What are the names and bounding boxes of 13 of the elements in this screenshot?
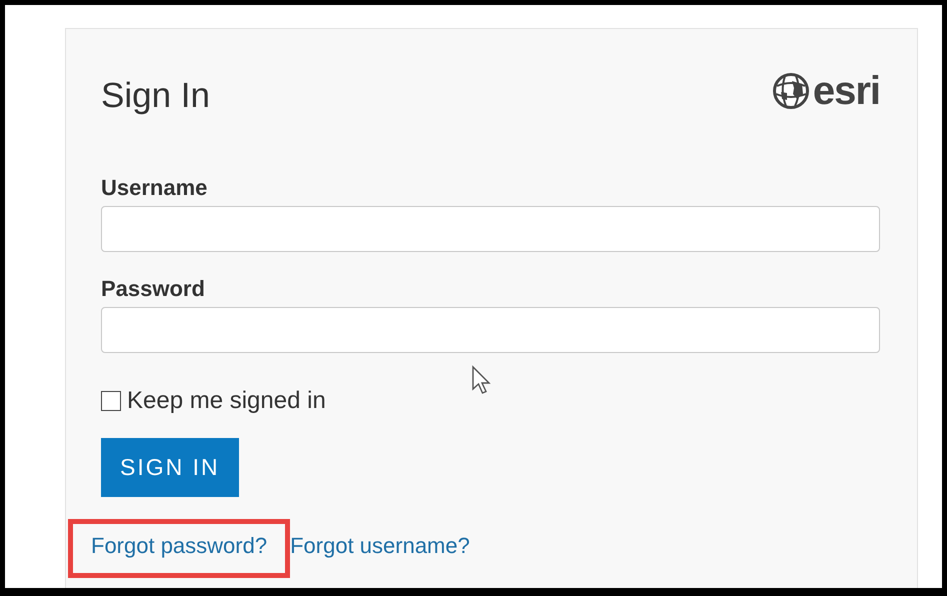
logo-wordmark: esri [812,68,880,114]
sign-in-button[interactable]: SIGN IN [101,438,239,497]
link[interactable]: Forgot username? [290,533,470,558]
field-label: Password [101,276,205,302]
mouse-pointer-icon [471,365,493,397]
globe-icon [772,72,810,110]
input-field[interactable] [101,206,880,252]
checkbox-label: Keep me signed in [127,387,326,415]
field-label: Username [101,175,208,201]
checkbox[interactable] [101,391,121,411]
page-title: Sign In [101,76,210,116]
input-field[interactable] [101,307,880,353]
link[interactable]: Forgot password? [91,533,268,558]
